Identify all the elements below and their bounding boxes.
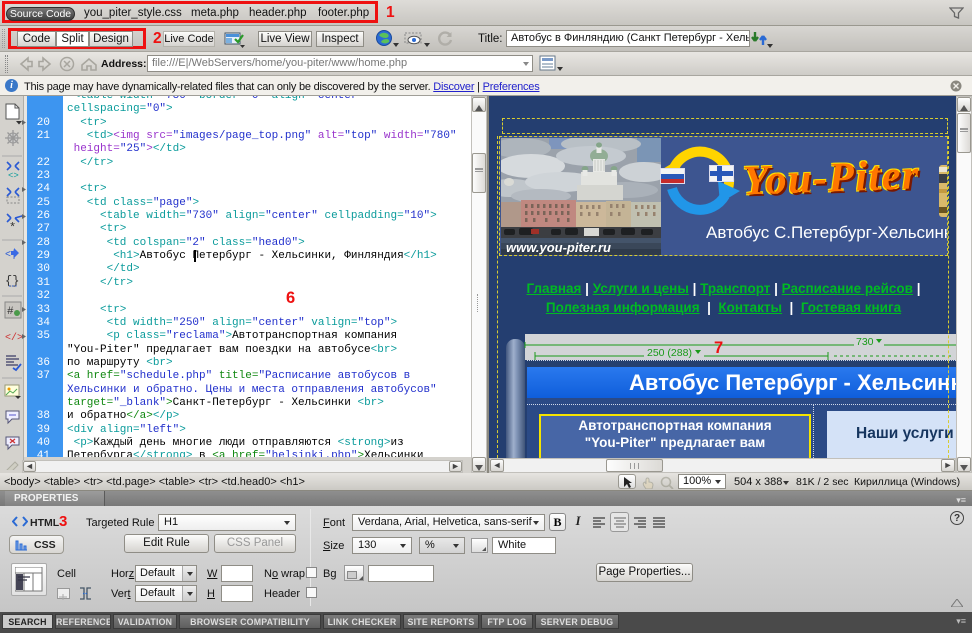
svg-text:*: * xyxy=(9,221,16,235)
svg-text:#: # xyxy=(7,306,14,318)
svg-text:<>: <> xyxy=(8,171,19,181)
